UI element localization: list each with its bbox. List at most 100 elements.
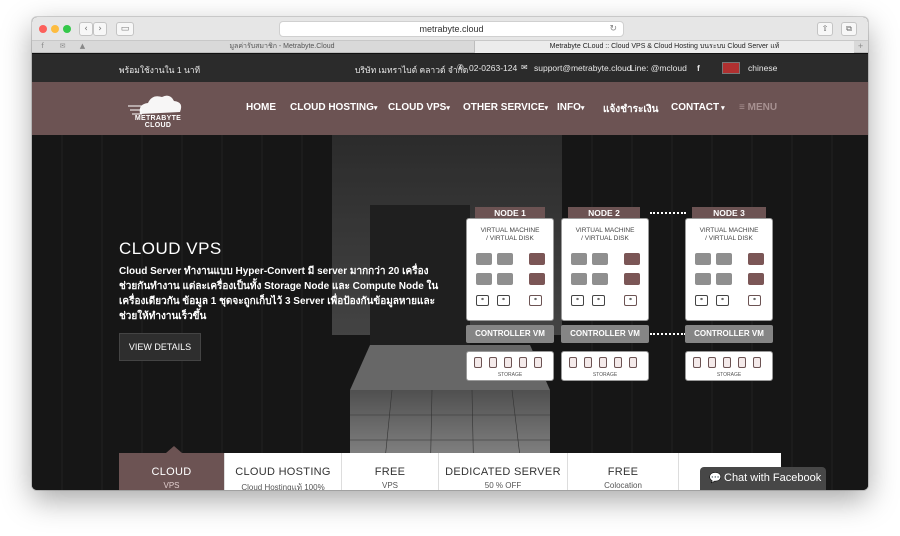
email-icon: ✉ bbox=[521, 63, 528, 72]
caret-down-icon: ▾ bbox=[446, 105, 450, 112]
tab-cloud-hosting[interactable]: CLOUD HOSTING Cloud Hostingแท้ 100% bbox=[225, 453, 342, 490]
hero-title: CLOUD VPS bbox=[119, 239, 222, 258]
storage-drive-icon bbox=[569, 357, 577, 368]
server-icon bbox=[695, 273, 711, 285]
tab-dedicated-server[interactable]: DEDICATED SERVER 50 % OFF bbox=[439, 453, 568, 490]
sidebar-icon[interactable]: ▭ bbox=[116, 22, 134, 36]
line-id[interactable]: Line: @mcloud bbox=[630, 63, 687, 73]
nav-menu[interactable]: ≡ MENU bbox=[739, 102, 777, 113]
vm-label-line-2: / VIRTUAL DISK bbox=[581, 235, 629, 242]
phone-number[interactable]: 02-0263-124 bbox=[469, 63, 517, 73]
logo-text-line-2: CLOUD bbox=[144, 122, 172, 129]
disk-icon: ⚬ bbox=[529, 295, 542, 306]
server-icon bbox=[571, 273, 587, 285]
disk-icon: ⚬ bbox=[695, 295, 708, 306]
browser-toolbar: ‹ › ▭ metrabyte.cloud ↻ ⇧ ⧉ bbox=[32, 17, 868, 41]
tab-title: DEDICATED SERVER bbox=[445, 466, 561, 478]
language-flag-icon[interactable] bbox=[722, 62, 740, 74]
server-icon bbox=[748, 273, 764, 285]
address-bar[interactable]: metrabyte.cloud ↻ bbox=[279, 21, 624, 37]
server-icon bbox=[748, 253, 764, 265]
new-tab-icon[interactable]: + bbox=[856, 42, 865, 51]
chat-bubble-icon: 💬 bbox=[709, 473, 722, 484]
vm-label: VIRTUAL MACHINE / VIRTUAL DISK bbox=[562, 227, 648, 243]
nav-other-service[interactable]: OTHER SERVICE▾ bbox=[463, 102, 548, 113]
tabs-overview-icon[interactable]: ⧉ bbox=[841, 22, 857, 36]
nav-payment[interactable]: แจ้งชำระเงิน bbox=[603, 102, 658, 117]
storage-drive-icon bbox=[629, 357, 637, 368]
vm-label-line-1: VIRTUAL MACHINE bbox=[575, 227, 635, 234]
tab-subtitle: VPS bbox=[381, 481, 398, 490]
browser-tab-bar: f ✉ ▲ มูลค่ารับสมาชิก - Metrabyte.Cloud … bbox=[32, 41, 868, 53]
language-link[interactable]: chinese bbox=[748, 63, 777, 73]
node-1-controller: CONTROLLER VM bbox=[466, 325, 554, 343]
server-icon bbox=[624, 273, 640, 285]
tab-free-vps[interactable]: FREE VPS bbox=[342, 453, 439, 490]
browser-window: ‹ › ▭ metrabyte.cloud ↻ ⇧ ⧉ f ✉ ▲ มูลค่า… bbox=[32, 17, 868, 490]
node-1-card: VIRTUAL MACHINE / VIRTUAL DISK ⚬ ⚬ ⚬ bbox=[466, 218, 554, 321]
caret-down-icon: ▾ bbox=[373, 105, 378, 112]
nav-home[interactable]: HOME bbox=[246, 102, 276, 113]
back-icon[interactable]: ‹ bbox=[79, 22, 93, 36]
nav-cloud-vps[interactable]: CLOUD VPS▾ bbox=[388, 102, 450, 113]
email-link[interactable]: support@metrabyte.cloud bbox=[534, 63, 631, 73]
browser-tab-1[interactable]: มูลค่ารับสมาชิก - Metrabyte.Cloud bbox=[92, 41, 472, 53]
tab-subtitle: VPS bbox=[163, 481, 180, 490]
server-icon bbox=[529, 253, 545, 265]
node-2-storage: STORAGE bbox=[561, 351, 649, 381]
server-icon bbox=[624, 253, 640, 265]
caret-down-icon: ▾ bbox=[544, 105, 549, 112]
facebook-icon[interactable]: f bbox=[697, 63, 700, 73]
nav-cloud-hosting[interactable]: CLOUD HOSTING▾ bbox=[290, 102, 377, 113]
storage-drive-icon bbox=[489, 357, 497, 368]
service-tabs: CLOUD VPS CLOUD HOSTING Cloud Hostingแท้… bbox=[119, 446, 781, 490]
storage-drive-icon bbox=[474, 357, 482, 368]
caret-down-icon: ▾ bbox=[719, 105, 725, 112]
node-3-card: VIRTUAL MACHINE / VIRTUAL DISK ⚬ ⚬ ⚬ bbox=[685, 218, 773, 321]
nav-info-label: INFO bbox=[557, 102, 581, 113]
disk-icon: ⚬ bbox=[716, 295, 729, 306]
reload-icon[interactable]: ↻ bbox=[609, 22, 617, 36]
view-details-button[interactable]: VIEW DETAILS bbox=[119, 333, 201, 361]
browser-tab-2[interactable]: Metrabyte CLoud :: Cloud VPS & Cloud Hos… bbox=[474, 41, 854, 53]
disk-icon: ⚬ bbox=[592, 295, 605, 306]
nav-info[interactable]: INFO▾ bbox=[557, 102, 584, 113]
share-icon[interactable]: ⇧ bbox=[817, 22, 833, 36]
vm-label-line-2: / VIRTUAL DISK bbox=[486, 235, 534, 242]
storage-drive-icon bbox=[504, 357, 512, 368]
node-3-storage: STORAGE bbox=[685, 351, 773, 381]
tab-cloud-vps[interactable]: CLOUD VPS bbox=[119, 446, 225, 490]
nav-contact[interactable]: CONTACT ▾ bbox=[671, 102, 725, 113]
tab-title: Metrabyte CLoud :: Cloud VPS & Cloud Hos… bbox=[549, 43, 780, 50]
storage-drive-icon bbox=[519, 357, 527, 368]
tab-title: FREE bbox=[374, 466, 406, 478]
mail-bookmark-icon[interactable]: ✉ bbox=[58, 42, 67, 51]
server-icon bbox=[571, 253, 587, 265]
forward-icon[interactable]: › bbox=[93, 22, 107, 36]
drive-bookmark-icon[interactable]: ▲ bbox=[78, 42, 87, 51]
chat-with-facebook-button[interactable]: 💬 Chat with Facebook bbox=[700, 467, 826, 490]
hamburger-icon: ≡ bbox=[739, 102, 748, 113]
storage-drive-icon bbox=[693, 357, 701, 368]
close-window-button[interactable] bbox=[39, 25, 47, 33]
server-icon bbox=[716, 253, 732, 265]
logo-text-line-1: METRABYTE bbox=[134, 115, 182, 122]
server-icon bbox=[476, 253, 492, 265]
zoom-window-button[interactable] bbox=[63, 25, 71, 33]
site-header: METRABYTE CLOUD HOME CLOUD HOSTING▾ CLOU… bbox=[32, 82, 868, 135]
minimize-window-button[interactable] bbox=[51, 25, 59, 33]
disk-icon: ⚬ bbox=[571, 295, 584, 306]
storage-drive-icon bbox=[708, 357, 716, 368]
tab-free-colocation[interactable]: FREE Colocation bbox=[568, 453, 679, 490]
storage-drive-icon bbox=[723, 357, 731, 368]
site-top-bar: พร้อมใช้งานใน 1 นาที บริษัท เมทราไบต์ คล… bbox=[32, 54, 868, 82]
nav-menu-label: MENU bbox=[747, 102, 778, 113]
nav-contact-label: CONTACT bbox=[671, 102, 720, 113]
server-icon bbox=[716, 273, 732, 285]
facebook-bookmark-icon[interactable]: f bbox=[38, 42, 47, 51]
server-icon bbox=[695, 253, 711, 265]
nav-other-service-label: OTHER SERVICE bbox=[463, 102, 545, 113]
server-icon bbox=[476, 273, 492, 285]
storage-drive-icon bbox=[584, 357, 592, 368]
storage-drive-icon bbox=[753, 357, 761, 368]
